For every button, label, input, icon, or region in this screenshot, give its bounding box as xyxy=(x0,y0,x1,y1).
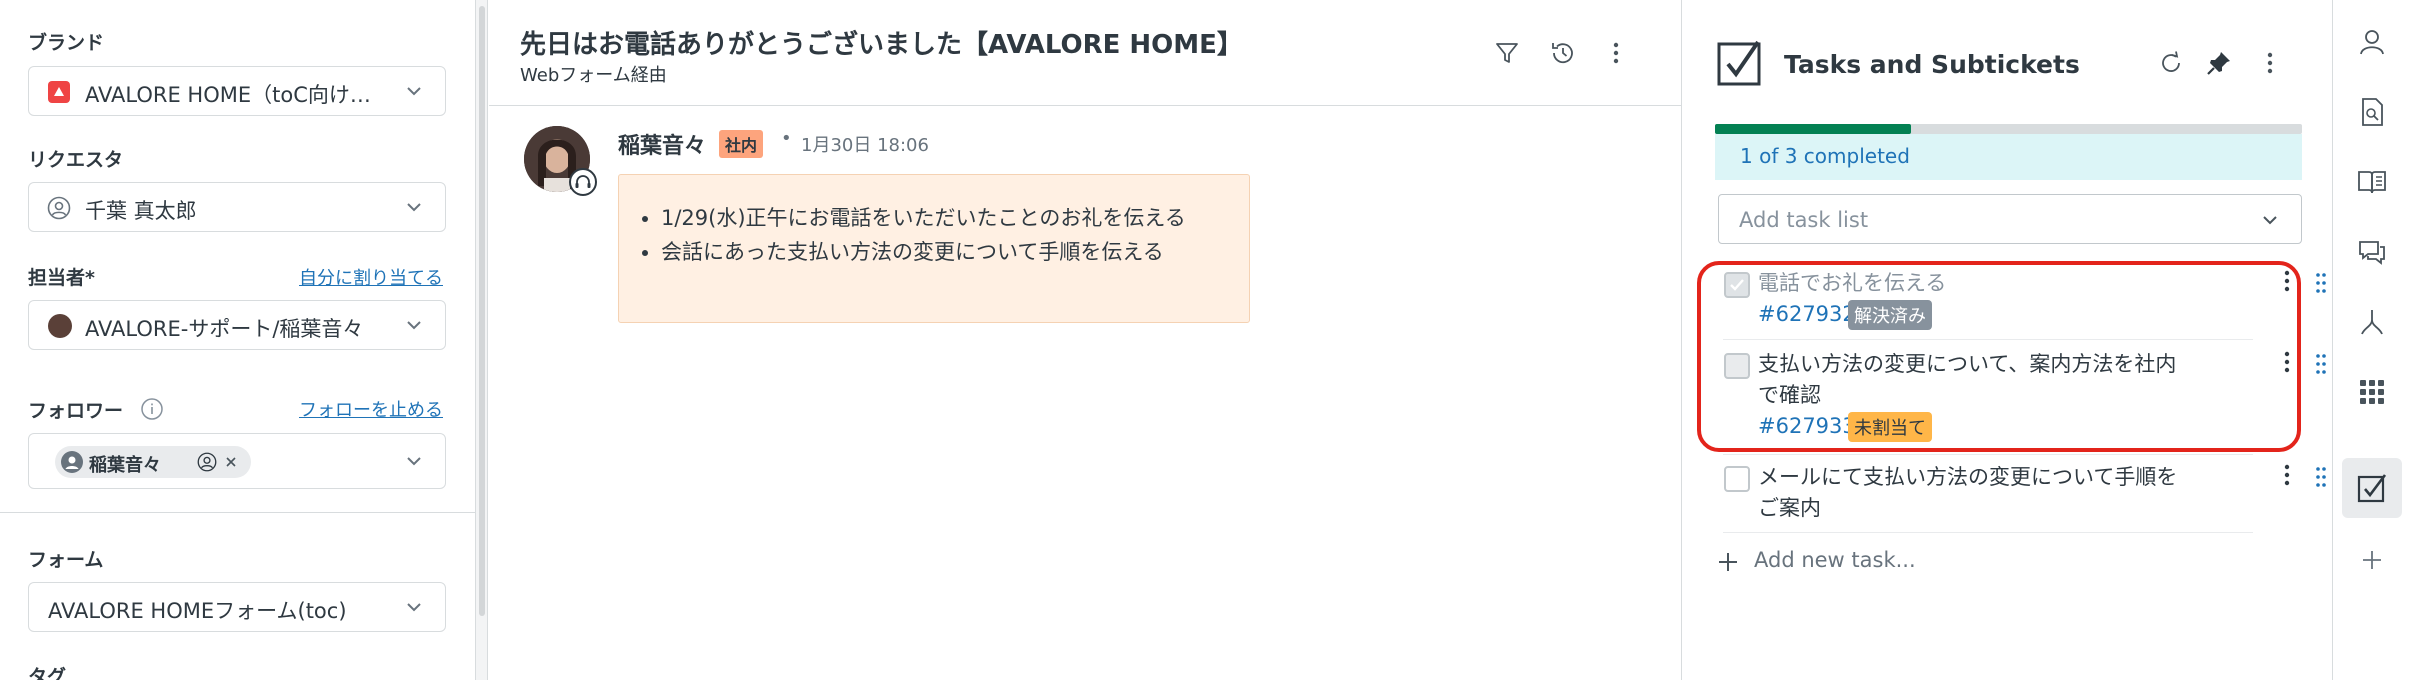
history-icon[interactable] xyxy=(1548,38,1578,68)
author-name[interactable]: 稲葉音々 xyxy=(618,128,706,160)
drag-handle-icon[interactable] xyxy=(2314,270,2328,296)
task-text-line[interactable]: メールにて支払い方法の変更について手順を xyxy=(1758,462,2177,493)
add-task-list-placeholder: Add task list xyxy=(1739,208,1869,232)
add-new-task-label: Add new task... xyxy=(1754,548,1916,572)
knowledge-search-icon[interactable] xyxy=(2356,96,2388,128)
ticket-properties-panel: ブランド AVALORE HOME（toC向け… リクエスタ 千葉 真太郎 担当… xyxy=(0,0,476,680)
followers-label: フォロワー xyxy=(28,400,124,422)
drag-handle-icon[interactable] xyxy=(2314,351,2328,377)
brand-select[interactable]: AVALORE HOME（toC向け… xyxy=(28,66,446,116)
book-icon[interactable] xyxy=(2356,166,2388,198)
form-value: AVALORE HOMEフォーム(toc) xyxy=(48,599,347,623)
headset-icon xyxy=(569,168,597,196)
ticket-title: 先日はお電話ありがとうございました【AVALORE HOME】 xyxy=(520,30,1243,60)
requester-label: リクエスタ xyxy=(28,149,124,171)
task-checkbox[interactable] xyxy=(1724,466,1750,492)
internal-note-body: 1/29(水)正午にお電話をいただいたことのお礼を伝える 会話にあった支払い方法… xyxy=(618,174,1250,323)
assignee-avatar xyxy=(48,314,72,338)
tasks-logo-icon xyxy=(1717,40,1761,86)
requester-value: 千葉 真太郎 xyxy=(85,199,197,223)
chevron-down-icon xyxy=(407,457,421,466)
user-circle-icon xyxy=(197,452,217,472)
drag-handle-icon[interactable] xyxy=(2314,464,2328,490)
tasks-check-icon[interactable] xyxy=(2356,472,2388,504)
info-icon[interactable] xyxy=(140,397,164,421)
chevron-down-icon xyxy=(407,603,421,612)
requester-select[interactable]: 千葉 真太郎 xyxy=(28,182,446,232)
progress-bar xyxy=(1715,124,2302,134)
conversation-pane: 先日はお電話ありがとうございました【AVALORE HOME】 Webフォーム経… xyxy=(489,0,1682,680)
note-bullet: 1/29(水)正午にお電話をいただいたことのお礼を伝える xyxy=(661,201,1186,235)
brand-label: ブランド xyxy=(28,32,105,54)
form-label: フォーム xyxy=(28,549,104,571)
task-text-line[interactable]: ご案内 xyxy=(1758,493,1821,524)
more-vertical-icon[interactable] xyxy=(1601,38,1631,68)
internal-note-badge: 社内 xyxy=(719,130,764,158)
tags-label: タグ xyxy=(28,666,67,680)
refresh-icon[interactable] xyxy=(2156,48,2186,78)
brand-value: AVALORE HOME（toC向け… xyxy=(85,83,371,107)
plus-icon xyxy=(1719,553,1737,571)
assignee-select[interactable]: AVALORE-サポート/稲葉音々 xyxy=(28,300,446,350)
apps-rail xyxy=(2334,0,2410,680)
more-vertical-icon[interactable] xyxy=(2281,462,2293,488)
progress-summary: 1 of 3 completed xyxy=(1715,134,2302,180)
followers-select[interactable]: 稲葉音々 xyxy=(28,433,446,489)
ticket-header: 先日はお電話ありがとうございました【AVALORE HOME】 Webフォーム経… xyxy=(489,0,1682,106)
follower-chip: 稲葉音々 xyxy=(55,446,251,478)
apps-grid-icon[interactable] xyxy=(2356,376,2388,408)
assignee-label: 担当者* xyxy=(28,267,95,289)
user-avatar-icon xyxy=(61,451,83,473)
stop-following-link[interactable]: フォローを止める xyxy=(299,396,443,422)
message-timestamp: 1月30日 18:06 xyxy=(801,135,929,156)
plus-icon[interactable] xyxy=(2356,544,2388,576)
task-divider xyxy=(1723,454,2253,455)
tasks-app-title: Tasks and Subtickets xyxy=(1784,50,2080,79)
ticket-channel: Webフォーム経由 xyxy=(520,65,667,86)
note-bullet: 会話にあった支払い方法の変更について手順を伝える xyxy=(661,235,1186,269)
progress-bar-fill xyxy=(1715,124,1911,134)
merge-icon[interactable] xyxy=(2356,306,2388,338)
chevron-down-icon xyxy=(407,203,421,212)
form-select[interactable]: AVALORE HOMEフォーム(toc) xyxy=(28,582,446,632)
more-vertical-icon[interactable] xyxy=(2255,48,2285,78)
remove-follower-icon[interactable] xyxy=(225,456,237,468)
left-panel-scrollbar[interactable] xyxy=(476,0,488,680)
chevron-down-icon xyxy=(2263,216,2277,225)
separator-dot: • xyxy=(781,128,792,149)
highlight-annotation xyxy=(1697,261,2301,452)
user-icon[interactable] xyxy=(2356,26,2388,58)
chevron-down-icon xyxy=(407,87,421,96)
task-item: メールにて支払い方法の変更について手順を ご案内 xyxy=(1716,462,2326,530)
chat-icon[interactable] xyxy=(2356,236,2388,268)
task-divider xyxy=(1723,532,2253,533)
user-circle-icon xyxy=(47,196,71,220)
assignee-value: AVALORE-サポート/稲葉音々 xyxy=(85,317,364,341)
filter-icon[interactable] xyxy=(1492,38,1522,68)
follower-name: 稲葉音々 xyxy=(89,455,161,476)
section-divider xyxy=(0,512,476,513)
assign-to-me-link[interactable]: 自分に割り当てる xyxy=(299,264,443,290)
brand-logo-icon xyxy=(48,81,70,103)
chevron-down-icon xyxy=(407,321,421,330)
add-task-list-select[interactable]: Add task list xyxy=(1718,194,2302,244)
pin-icon[interactable] xyxy=(2204,48,2234,78)
progress-label: 1 of 3 completed xyxy=(1740,144,1910,168)
